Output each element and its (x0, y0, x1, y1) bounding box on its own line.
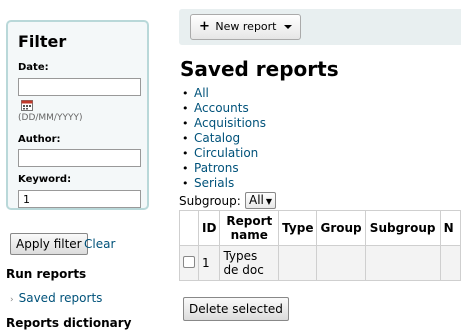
plus-icon: + (199, 19, 210, 34)
header-type[interactable]: Type (278, 210, 318, 246)
group-item-accounts[interactable]: Accounts (180, 101, 266, 116)
cell-type (278, 245, 318, 281)
group-filter-list: All Accounts Acquisitions Catalog Circul… (180, 86, 266, 191)
run-reports-heading: Run reports (6, 267, 87, 281)
caret-down-icon (284, 25, 292, 29)
table-row: 1 Types de doc (179, 245, 461, 281)
page-title: Saved reports (180, 57, 339, 81)
caret-down-icon: ▼ (265, 197, 273, 206)
group-item-all[interactable]: All (180, 86, 266, 101)
author-label: Author: (18, 134, 61, 145)
saved-reports-label: Saved reports (18, 291, 103, 305)
delete-selected-button[interactable]: Delete selected (183, 297, 289, 321)
filter-panel: Filter Date: (DD/MM/YYYY) Author: Keywor… (6, 20, 149, 210)
group-item-catalog[interactable]: Catalog (180, 131, 266, 146)
author-field[interactable] (18, 149, 141, 167)
row-checkbox[interactable] (183, 255, 195, 268)
new-report-label: New report (215, 20, 277, 33)
reports-dictionary-heading: Reports dictionary (6, 316, 132, 330)
chevron-right-icon: › (10, 295, 14, 305)
date-field[interactable] (18, 78, 141, 96)
header-id[interactable]: ID (197, 210, 221, 246)
new-report-button[interactable]: + New report (190, 14, 301, 40)
cell-id: 1 (197, 245, 221, 281)
group-item-acquisitions[interactable]: Acquisitions (180, 116, 266, 131)
cell-next (439, 245, 461, 281)
clear-filter-link[interactable]: Clear (84, 237, 115, 251)
calendar-icon[interactable] (21, 99, 33, 111)
date-format-hint: (DD/MM/YYYY) (18, 113, 83, 123)
group-item-patrons[interactable]: Patrons (180, 161, 266, 176)
header-group[interactable]: Group (316, 210, 366, 246)
subgroup-value: All (249, 193, 264, 207)
saved-reports-link[interactable]: › Saved reports (10, 291, 102, 305)
cell-subgroup (364, 245, 441, 281)
toolbar: + New report (179, 9, 461, 45)
date-label: Date: (18, 62, 49, 73)
header-subgroup[interactable]: Subgroup (364, 210, 441, 246)
filter-title: Filter (18, 32, 67, 51)
reports-table: ID Report name Type Group Subgroup N 1 T… (179, 210, 461, 281)
row-select-cell[interactable] (179, 245, 199, 281)
header-select (179, 210, 199, 246)
keyword-label: Keyword: (18, 174, 72, 185)
apply-filter-button[interactable]: Apply filter (10, 233, 88, 255)
subgroup-select[interactable]: All ▼ (245, 192, 277, 209)
group-item-circulation[interactable]: Circulation (180, 146, 266, 161)
group-item-serials[interactable]: Serials (180, 176, 266, 191)
keyword-field[interactable] (18, 190, 141, 208)
header-next[interactable]: N (439, 210, 461, 246)
cell-report-name[interactable]: Types de doc (219, 245, 280, 281)
subgroup-label: Subgroup: (179, 194, 241, 208)
cell-group (316, 245, 366, 281)
header-report-name[interactable]: Report name (219, 210, 280, 246)
